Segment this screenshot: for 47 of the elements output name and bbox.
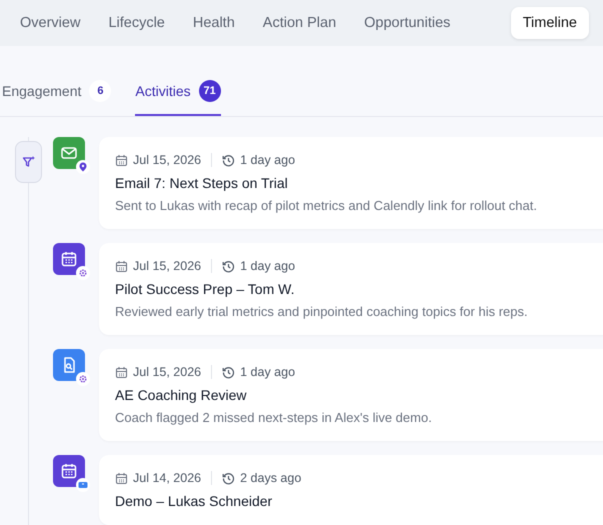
activity-description: Reviewed early trial metrics and pinpointed coaching topics for his reps. (115, 304, 529, 319)
activity-card[interactable]: Jul 15, 2026 1 day ago Pilot Success Prep – Tom W. Reviewed early trial metrics and pinpointed coaching topics for his reps. (99, 243, 603, 335)
tab[interactable]: Action Plan (250, 7, 348, 39)
badge-icon (76, 372, 90, 386)
badge-icon (76, 478, 90, 492)
activity-date: Jul 14, 2026 (133, 471, 202, 485)
activity-icon (53, 349, 85, 381)
calendar-icon (115, 366, 128, 378)
relative-time: 1 day ago (240, 259, 296, 273)
tab[interactable]: Timeline (510, 7, 589, 39)
calendar-icon (115, 260, 128, 272)
history-icon (222, 366, 236, 378)
activity-card[interactable]: Jul 14, 2026 2 days ago Demo – Lukas Schneider (99, 455, 603, 525)
relative-time: 2 days ago (240, 471, 302, 485)
calendar-icon (115, 472, 128, 484)
activity-title: Demo – Lukas Schneider (115, 493, 274, 509)
relative-time: 1 day ago (240, 153, 296, 167)
activity-icon (53, 137, 85, 169)
count-badge: 71 (198, 80, 221, 102)
history-icon (222, 154, 236, 166)
activity-icon (53, 455, 85, 487)
tab[interactable]: Activities 71 (135, 76, 221, 116)
activity-date: Jul 15, 2026 (133, 365, 202, 379)
relative-time: 1 day ago (240, 365, 296, 379)
activity-date: Jul 15, 2026 (133, 259, 202, 273)
tab[interactable]: Health (180, 7, 247, 39)
activity-card[interactable]: Jul 15, 2026 1 day ago AE Coaching Review Coach flagged 2 missed next-steps in Alex's live demo. (99, 349, 603, 441)
activity-title: Pilot Success Prep – Tom W. (115, 281, 296, 297)
tab[interactable]: Overview (8, 7, 92, 39)
filter-button[interactable] (15, 141, 42, 183)
count-badge: 6 (89, 80, 112, 102)
history-icon (222, 260, 236, 272)
tab[interactable]: Engagement 6 (2, 76, 112, 116)
badge-icon (76, 160, 90, 174)
history-icon (222, 472, 236, 484)
activity-date: Jul 15, 2026 (133, 153, 202, 167)
filter-icon (22, 155, 36, 169)
badge-icon (76, 266, 90, 280)
tab[interactable]: Opportunities (352, 7, 462, 39)
activity-title: Email 7: Next Steps on Trial (115, 175, 289, 191)
activity-icon (53, 243, 85, 275)
calendar-icon (115, 154, 128, 166)
activity-card[interactable]: Jul 15, 2026 1 day ago Email 7: Next Steps on Trial Sent to Lukas with recap of pilot metrics and Calendly link for rollout chat. (99, 137, 603, 229)
activity-description: Coach flagged 2 missed next-steps in Alex's live demo. (115, 410, 433, 425)
activity-title: AE Coaching Review (115, 387, 248, 403)
activity-description: Sent to Lukas with recap of pilot metrics and Calendly link for rollout chat. (115, 198, 538, 213)
tab[interactable]: Lifecycle (96, 7, 177, 39)
